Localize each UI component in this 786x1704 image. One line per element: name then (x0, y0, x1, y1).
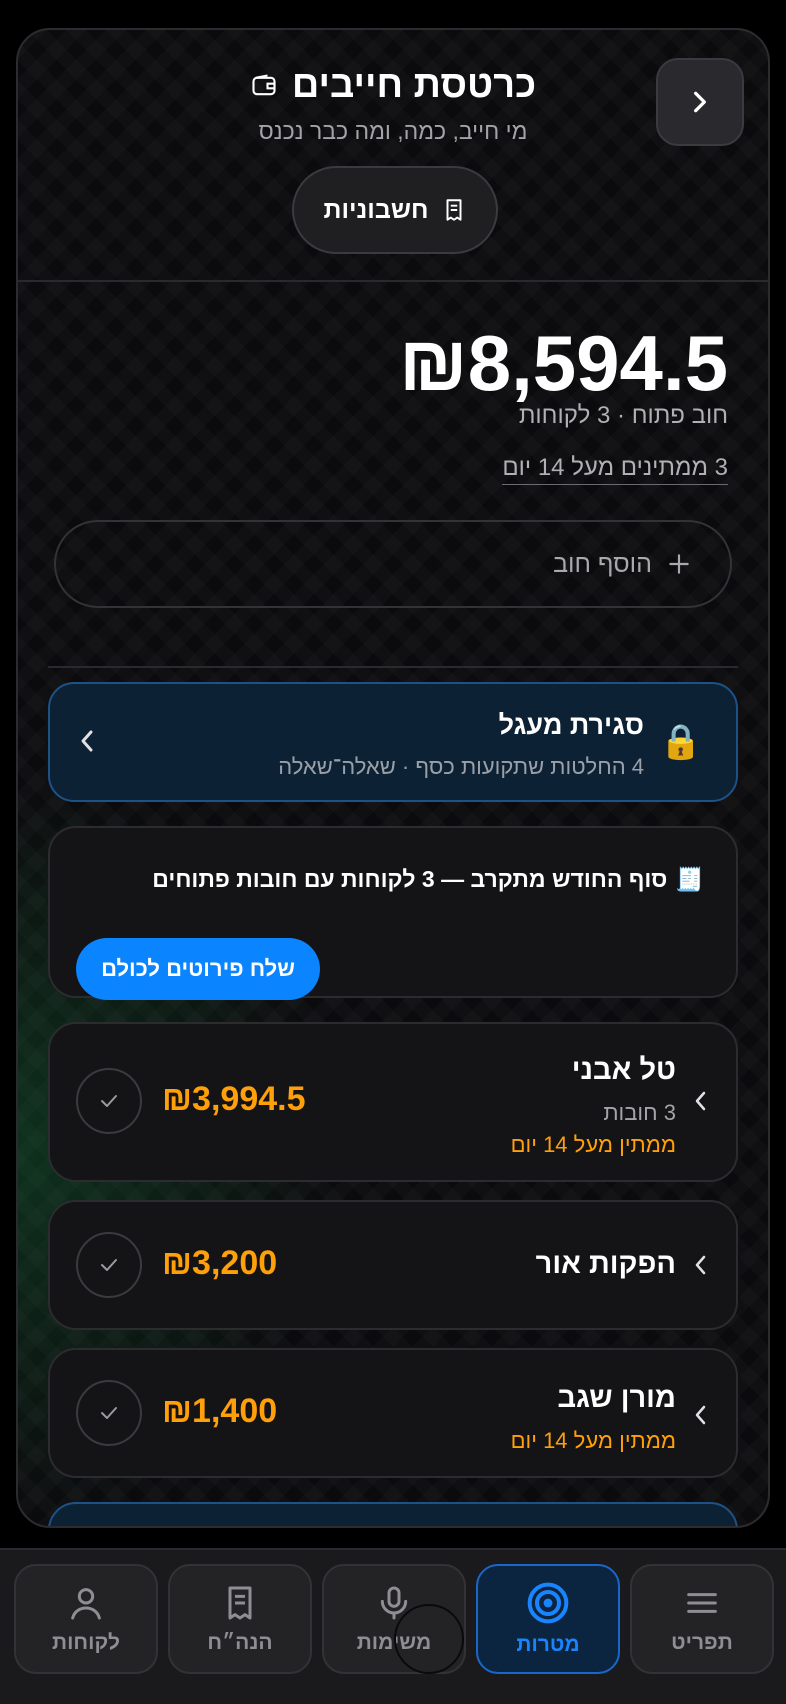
tab-goals[interactable]: מטרות (476, 1564, 620, 1674)
tab-accounting[interactable]: הנה״ח (168, 1564, 312, 1674)
debtor-name: הפקות אור (535, 1248, 676, 1280)
debtors-panel: כרטסת חייבים מי חייב, כמה, ומה כבר נכנס … (16, 28, 770, 1528)
mark-paid-button[interactable] (76, 1068, 142, 1134)
chevron-left-icon (81, 730, 93, 752)
debtor-row[interactable]: טל אבני 3 חובות ממתין מעל 14 יום ₪3,994.… (48, 1022, 738, 1182)
tab-label: הנה״ח (207, 1631, 273, 1654)
menu-icon (687, 1593, 717, 1613)
plus-icon (669, 554, 689, 574)
chevron-left-icon (695, 1091, 706, 1111)
add-debt-label: הוסף חוב (553, 549, 652, 578)
checkmark-icon (101, 1259, 117, 1271)
mark-paid-button[interactable] (76, 1380, 142, 1446)
chevron-left-icon (695, 1405, 706, 1425)
chevron-left-icon (695, 1255, 706, 1275)
add-debt-button[interactable]: הוסף חוב (54, 520, 732, 608)
close-circle-title: סגירת מעגל (498, 710, 644, 740)
receipt-icon (446, 199, 461, 221)
debtor-row[interactable]: מורן שגב ממתין מעל 14 יום ₪1,400 (48, 1348, 738, 1478)
header: כרטסת חייבים מי חייב, כמה, ומה כבר נכנס … (18, 30, 768, 282)
tab-label: לקוחות (52, 1631, 120, 1654)
receipt-icon (228, 1586, 252, 1620)
tab-label: מטרות (516, 1633, 580, 1656)
page-title: כרטסת חייבים (291, 64, 537, 106)
invoices-button[interactable]: חשבוניות (292, 166, 498, 254)
debtor-waiting: ממתין מעל 14 יום (510, 1132, 676, 1157)
tab-label: תפריט (671, 1631, 733, 1654)
wallet-icon (252, 73, 276, 95)
target-icon (527, 1582, 569, 1624)
touch-indicator (394, 1604, 464, 1674)
total-amount: ₪8,594.5 (398, 319, 728, 407)
waiting-filter-link[interactable]: 3 ממתינים מעל 14 יום (502, 454, 728, 485)
debtor-count: 3 חובות (603, 1100, 676, 1125)
send-statements-button[interactable]: שלח פירוטים לכולם (76, 938, 320, 1000)
close-circle-subtitle: 4 החלטות שתקועות כסף · שאלה־שאלה (278, 754, 644, 779)
tab-menu[interactable]: תפריט (630, 1564, 774, 1674)
debtor-amount: ₪3,994.5 (162, 1080, 306, 1118)
debtor-name: טל אבני (571, 1054, 676, 1086)
debtor-row[interactable]: הפקות אור ₪3,200 (48, 1200, 738, 1330)
lock-icon: 🔒 (659, 722, 702, 762)
invoices-label: חשבוניות (323, 195, 429, 224)
divider (48, 666, 738, 668)
reminder-text: סוף החודש מתקרב — 3 לקוחות עם חובות פתוח… (152, 866, 668, 892)
tab-customers[interactable]: לקוחות (14, 1564, 158, 1674)
debtor-amount: ₪3,200 (162, 1244, 278, 1282)
month-end-reminder: 🧾 סוף החודש מתקרב — 3 לקוחות עם חובות פת… (48, 826, 738, 1000)
debtor-amount: ₪1,400 (162, 1392, 278, 1430)
debtor-name: מורן שגב (557, 1382, 676, 1414)
receipt-emoji-icon: 🧾 (675, 866, 704, 892)
total-subtitle: חוב פתוח · 3 לקוחות (518, 402, 728, 429)
checkmark-icon (101, 1407, 117, 1419)
person-icon (71, 1588, 101, 1620)
checkmark-icon (101, 1095, 117, 1107)
mark-paid-button[interactable] (76, 1232, 142, 1298)
next-card-peek[interactable] (48, 1502, 738, 1526)
page-subtitle: מי חייב, כמה, ומה כבר נכנס (258, 118, 528, 144)
close-circle-card[interactable]: 🔒 סגירת מעגל 4 החלטות שתקועות כסף · שאלה… (48, 682, 738, 802)
debtor-waiting: ממתין מעל 14 יום (510, 1428, 676, 1453)
bottom-tab-bar: תפריט מטרות משימות הנה״ח לקוחות (0, 1548, 786, 1704)
